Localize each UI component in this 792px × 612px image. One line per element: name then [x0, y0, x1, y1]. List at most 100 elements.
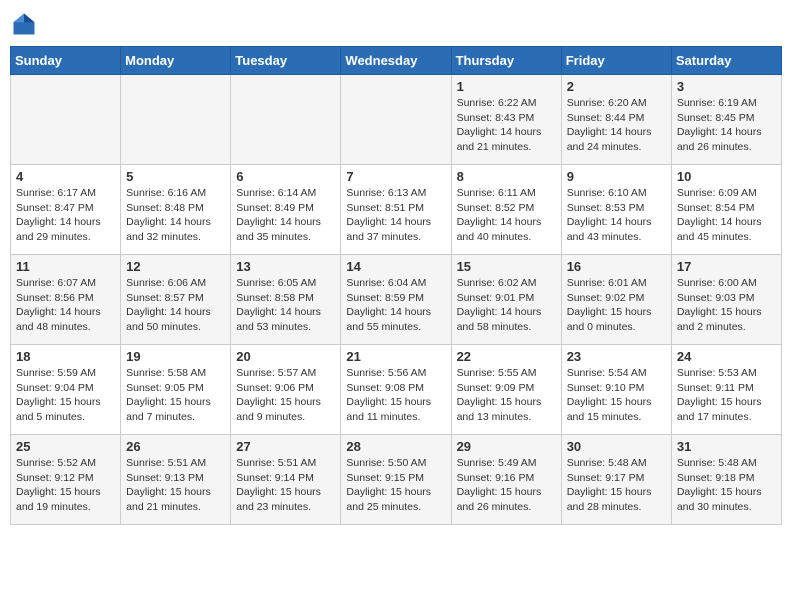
day-number: 30: [567, 439, 666, 454]
day-cell: 14 Sunrise: 6:04 AM Sunset: 8:59 PM Dayli…: [341, 255, 451, 345]
day-cell: 18Sunrise: 5:59 AM Sunset: 9:04 PM Dayli…: [11, 345, 121, 435]
day-info: Sunrise: 6:13 AM Sunset: 8:51 PM Dayligh…: [346, 186, 445, 245]
logo: [10, 10, 42, 38]
day-info: Sunrise: 6:01 AM Sunset: 9:02 PM Dayligh…: [567, 276, 666, 335]
week-row-4: 18Sunrise: 5:59 AM Sunset: 9:04 PM Dayli…: [11, 345, 782, 435]
day-cell: 20 Sunrise: 5:57 AM Sunset: 9:06 PM Dayli…: [231, 345, 341, 435]
day-info: Sunrise: 6:11 AM Sunset: 8:52 PM Dayligh…: [457, 186, 556, 245]
day-cell: 5 Sunrise: 6:16 AM Sunset: 8:48 PM Daylig…: [121, 165, 231, 255]
weekday-header-saturday: Saturday: [671, 47, 781, 75]
day-cell: 22 Sunrise: 5:55 AM Sunset: 9:09 PM Dayli…: [451, 345, 561, 435]
header: [10, 10, 782, 38]
day-number: 19: [126, 349, 225, 364]
day-number: 23: [567, 349, 666, 364]
day-number: 9: [567, 169, 666, 184]
day-info: Sunrise: 5:53 AM Sunset: 9:11 PM Dayligh…: [677, 366, 776, 425]
day-number: 12: [126, 259, 225, 274]
logo-icon: [10, 10, 38, 38]
weekday-header-friday: Friday: [561, 47, 671, 75]
day-number: 3: [677, 79, 776, 94]
day-number: 11: [16, 259, 115, 274]
day-info: Sunrise: 6:02 AM Sunset: 9:01 PM Dayligh…: [457, 276, 556, 335]
calendar-container: SundayMondayTuesdayWednesdayThursdayFrid…: [10, 10, 782, 525]
day-number: 14: [346, 259, 445, 274]
day-number: 8: [457, 169, 556, 184]
day-cell: 10 Sunrise: 6:09 AM Sunset: 8:54 PM Dayli…: [671, 165, 781, 255]
day-info: Sunrise: 6:14 AM Sunset: 8:49 PM Dayligh…: [236, 186, 335, 245]
day-cell: 6 Sunrise: 6:14 AM Sunset: 8:49 PM Daylig…: [231, 165, 341, 255]
day-number: 6: [236, 169, 335, 184]
day-number: 13: [236, 259, 335, 274]
day-number: 17: [677, 259, 776, 274]
day-number: 26: [126, 439, 225, 454]
week-row-2: 4 Sunrise: 6:17 AM Sunset: 8:47 PM Daylig…: [11, 165, 782, 255]
weekday-header-sunday: Sunday: [11, 47, 121, 75]
day-info: Sunrise: 6:06 AM Sunset: 8:57 PM Dayligh…: [126, 276, 225, 335]
day-info: Sunrise: 5:48 AM Sunset: 9:17 PM Dayligh…: [567, 456, 666, 515]
day-info: Sunrise: 5:48 AM Sunset: 9:18 PM Dayligh…: [677, 456, 776, 515]
day-info: Sunrise: 5:57 AM Sunset: 9:06 PM Dayligh…: [236, 366, 335, 425]
day-info: Sunrise: 6:19 AM Sunset: 8:45 PM Dayligh…: [677, 96, 776, 155]
day-number: 29: [457, 439, 556, 454]
day-cell: 2Sunrise: 6:20 AM Sunset: 8:44 PM Daylig…: [561, 75, 671, 165]
day-info: Sunrise: 5:55 AM Sunset: 9:09 PM Dayligh…: [457, 366, 556, 425]
day-info: Sunrise: 6:00 AM Sunset: 9:03 PM Dayligh…: [677, 276, 776, 335]
day-info: Sunrise: 5:51 AM Sunset: 9:14 PM Dayligh…: [236, 456, 335, 515]
day-cell: 30 Sunrise: 5:48 AM Sunset: 9:17 PM Dayli…: [561, 435, 671, 525]
day-cell: 23 Sunrise: 5:54 AM Sunset: 9:10 PM Dayli…: [561, 345, 671, 435]
calendar-body: 1 Sunrise: 6:22 AM Sunset: 8:43 PM Daylig…: [11, 75, 782, 525]
day-cell: [121, 75, 231, 165]
day-cell: 13 Sunrise: 6:05 AM Sunset: 8:58 PM Dayli…: [231, 255, 341, 345]
day-number: 25: [16, 439, 115, 454]
day-info: Sunrise: 6:05 AM Sunset: 8:58 PM Dayligh…: [236, 276, 335, 335]
day-cell: 21Sunrise: 5:56 AM Sunset: 9:08 PM Dayli…: [341, 345, 451, 435]
week-row-3: 11Sunrise: 6:07 AM Sunset: 8:56 PM Dayli…: [11, 255, 782, 345]
weekday-header-wednesday: Wednesday: [341, 47, 451, 75]
calendar-header: SundayMondayTuesdayWednesdayThursdayFrid…: [11, 47, 782, 75]
day-cell: 15 Sunrise: 6:02 AM Sunset: 9:01 PM Dayli…: [451, 255, 561, 345]
day-cell: 1 Sunrise: 6:22 AM Sunset: 8:43 PM Daylig…: [451, 75, 561, 165]
week-row-5: 25 Sunrise: 5:52 AM Sunset: 9:12 PM Dayli…: [11, 435, 782, 525]
weekday-header-monday: Monday: [121, 47, 231, 75]
day-cell: 11Sunrise: 6:07 AM Sunset: 8:56 PM Dayli…: [11, 255, 121, 345]
day-number: 7: [346, 169, 445, 184]
day-cell: 29 Sunrise: 5:49 AM Sunset: 9:16 PM Dayli…: [451, 435, 561, 525]
day-number: 22: [457, 349, 556, 364]
day-info: Sunrise: 5:58 AM Sunset: 9:05 PM Dayligh…: [126, 366, 225, 425]
day-info: Sunrise: 6:16 AM Sunset: 8:48 PM Dayligh…: [126, 186, 225, 245]
day-cell: 27Sunrise: 5:51 AM Sunset: 9:14 PM Dayli…: [231, 435, 341, 525]
day-number: 18: [16, 349, 115, 364]
weekday-header-thursday: Thursday: [451, 47, 561, 75]
day-info: Sunrise: 5:51 AM Sunset: 9:13 PM Dayligh…: [126, 456, 225, 515]
day-cell: 3 Sunrise: 6:19 AM Sunset: 8:45 PM Daylig…: [671, 75, 781, 165]
day-info: Sunrise: 6:10 AM Sunset: 8:53 PM Dayligh…: [567, 186, 666, 245]
day-number: 1: [457, 79, 556, 94]
day-cell: 31 Sunrise: 5:48 AM Sunset: 9:18 PM Dayli…: [671, 435, 781, 525]
day-number: 2: [567, 79, 666, 94]
weekday-header-row: SundayMondayTuesdayWednesdayThursdayFrid…: [11, 47, 782, 75]
day-number: 5: [126, 169, 225, 184]
day-info: Sunrise: 5:56 AM Sunset: 9:08 PM Dayligh…: [346, 366, 445, 425]
day-cell: 26 Sunrise: 5:51 AM Sunset: 9:13 PM Dayli…: [121, 435, 231, 525]
day-number: 20: [236, 349, 335, 364]
day-number: 31: [677, 439, 776, 454]
day-info: Sunrise: 5:52 AM Sunset: 9:12 PM Dayligh…: [16, 456, 115, 515]
day-info: Sunrise: 6:09 AM Sunset: 8:54 PM Dayligh…: [677, 186, 776, 245]
day-cell: 12 Sunrise: 6:06 AM Sunset: 8:57 PM Dayli…: [121, 255, 231, 345]
day-cell: [231, 75, 341, 165]
day-info: Sunrise: 5:54 AM Sunset: 9:10 PM Dayligh…: [567, 366, 666, 425]
day-cell: 9 Sunrise: 6:10 AM Sunset: 8:53 PM Daylig…: [561, 165, 671, 255]
day-info: Sunrise: 6:22 AM Sunset: 8:43 PM Dayligh…: [457, 96, 556, 155]
day-number: 24: [677, 349, 776, 364]
day-cell: 19 Sunrise: 5:58 AM Sunset: 9:05 PM Dayli…: [121, 345, 231, 435]
day-cell: 17 Sunrise: 6:00 AM Sunset: 9:03 PM Dayli…: [671, 255, 781, 345]
day-info: Sunrise: 5:49 AM Sunset: 9:16 PM Dayligh…: [457, 456, 556, 515]
day-number: 4: [16, 169, 115, 184]
day-number: 15: [457, 259, 556, 274]
weekday-header-tuesday: Tuesday: [231, 47, 341, 75]
day-number: 10: [677, 169, 776, 184]
day-info: Sunrise: 5:50 AM Sunset: 9:15 PM Dayligh…: [346, 456, 445, 515]
day-info: Sunrise: 6:17 AM Sunset: 8:47 PM Dayligh…: [16, 186, 115, 245]
day-cell: 25 Sunrise: 5:52 AM Sunset: 9:12 PM Dayli…: [11, 435, 121, 525]
day-info: Sunrise: 6:04 AM Sunset: 8:59 PM Dayligh…: [346, 276, 445, 335]
